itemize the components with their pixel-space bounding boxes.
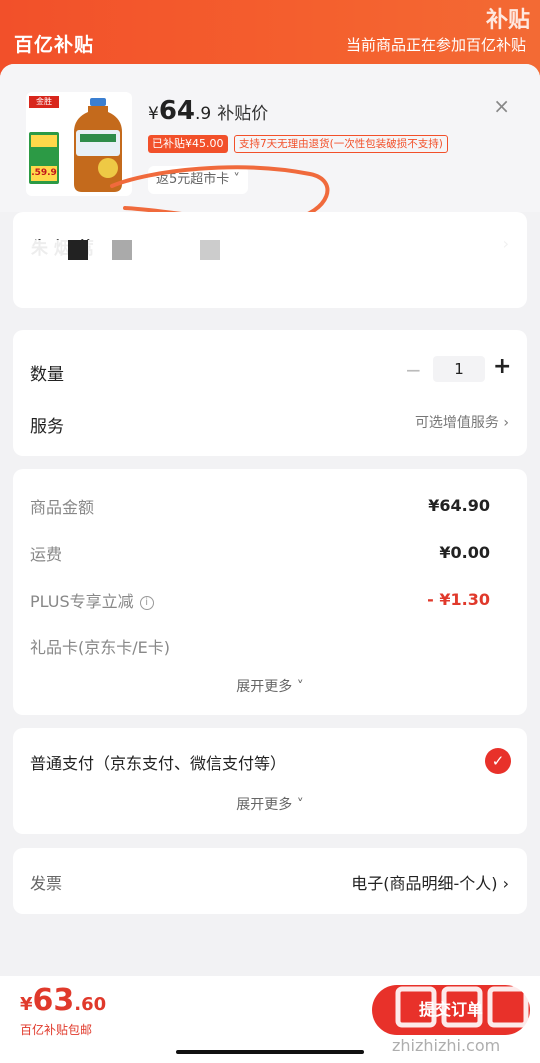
order-total: ¥63.60: [20, 983, 107, 1018]
promo-text: 当前商品正在参加百亿补贴: [345, 36, 526, 54]
goods-amount-label: 商品金额: [30, 498, 95, 517]
checkmark-icon[interactable]: ✓: [485, 748, 511, 774]
total-decimal: .60: [74, 994, 107, 1015]
price-integer: 64: [158, 96, 196, 126]
product-image[interactable]: 金胜 .59.9: [26, 92, 132, 196]
total-integer: 63: [32, 983, 75, 1018]
invoice-card[interactable]: 发票 电子(商品明细-个人) ›: [13, 848, 527, 914]
supermarket-card-tag[interactable]: 返5元超市卡 ˅: [148, 166, 248, 194]
quantity-label: 数量: [30, 365, 64, 385]
free-shipping-note: 百亿补贴包邮: [20, 1023, 93, 1037]
plus-discount-value: - ¥1.30: [427, 590, 490, 609]
subsidy-logo: 百亿补贴: [14, 34, 95, 56]
home-indicator[interactable]: [176, 1050, 364, 1054]
expand-more-payment[interactable]: 展开更多 ˅: [13, 794, 527, 814]
expand-more-fees[interactable]: 展开更多 ˅: [13, 676, 527, 696]
corner-badge: 补贴: [485, 8, 530, 33]
side-promo: .59.9: [29, 132, 59, 184]
watermark-text: zhizhizhi.com: [392, 1036, 501, 1055]
product-price: ¥64.9 补贴价: [148, 96, 269, 126]
info-icon[interactable]: i: [139, 596, 154, 610]
redaction-block: [68, 240, 88, 260]
shipping-label: 运费: [30, 545, 63, 564]
brand-tag: 金胜: [29, 96, 59, 108]
submit-order-button[interactable]: 提交订单: [372, 985, 530, 1035]
quantity-plus-button[interactable]: +: [493, 354, 511, 379]
quantity-minus-button[interactable]: −: [405, 358, 422, 382]
shipping-value: ¥0.00: [439, 543, 490, 562]
price-decimal: .9: [195, 104, 212, 124]
payment-option[interactable]: 普通支付（京东支付、微信支付等）: [30, 750, 286, 774]
side-price: .59.9: [31, 166, 57, 181]
goods-amount-value: ¥64.90: [428, 496, 490, 515]
subsidy-tag: 已补贴¥45.00: [148, 135, 228, 153]
oil-bottle-icon: [74, 98, 122, 192]
payment-card: 普通支付（京东支付、微信支付等） ✓ 展开更多 ˅: [13, 728, 527, 834]
return-policy-tag: 支持7天无理由退货(一次性包装破损不支持): [234, 135, 448, 153]
redaction-block: [112, 240, 132, 260]
invoice-label: 发票: [30, 874, 63, 893]
quantity-input[interactable]: 1: [433, 356, 485, 382]
address-redaction: [22, 240, 510, 306]
quantity-service-card: 数量 − 1 + 服务 可选增值服务 ›: [13, 330, 527, 456]
price-label: 补贴价: [217, 104, 269, 124]
gift-card-label[interactable]: 礼品卡(京东卡/E卡): [30, 634, 170, 658]
service-selector[interactable]: 可选增值服务 ›: [415, 412, 509, 432]
plus-discount-label: PLUS专享立减 i: [30, 588, 154, 612]
fee-summary-card: 商品金额 ¥64.90 运费 ¥0.00 PLUS专享立减 i - ¥1.30 礼…: [13, 469, 527, 715]
redaction-block: [200, 240, 220, 260]
service-label: 服务: [30, 417, 64, 437]
invoice-value[interactable]: 电子(商品明细-个人) ›: [351, 870, 509, 894]
close-button[interactable]: ×: [493, 94, 510, 118]
